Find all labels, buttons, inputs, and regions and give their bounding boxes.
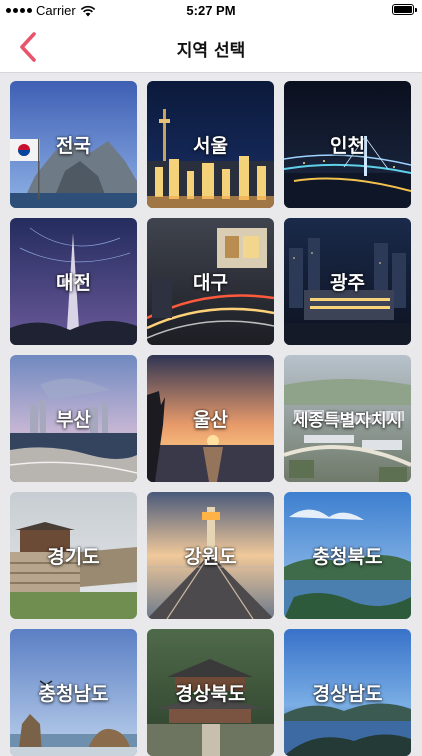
region-tile-incheon[interactable]: 인천 — [284, 81, 411, 208]
region-tile-busan[interactable]: 부산 — [10, 355, 137, 482]
status-bar: Carrier 5:27 PM — [0, 0, 422, 22]
region-tile-daegu[interactable]: 대구 — [147, 218, 274, 345]
region-tile-ulsan[interactable]: 울산 — [147, 355, 274, 482]
region-tile-daejeon[interactable]: 대전 — [10, 218, 137, 345]
region-tile-seoul[interactable]: 서울 — [147, 81, 274, 208]
region-grid: 전국 서울 인천 대전 대구 광주 부산 울산 세종특별자치시 경기도 강원도 … — [10, 81, 411, 756]
region-label: 인천 — [330, 135, 365, 157]
region-tile-nationwide[interactable]: 전국 — [10, 81, 137, 208]
region-label: 대구 — [193, 272, 228, 294]
region-label: 경상북도 — [175, 683, 246, 705]
region-label: 세종특별자치시 — [292, 411, 403, 431]
status-time: 5:27 PM — [186, 3, 236, 18]
region-label: 부산 — [56, 409, 91, 431]
region-label: 경상남도 — [312, 683, 383, 705]
region-label: 충청북도 — [312, 546, 383, 568]
region-tile-sejong[interactable]: 세종특별자치시 — [284, 355, 411, 482]
region-label: 울산 — [193, 409, 228, 431]
navigation-bar: 지역 선택 — [0, 22, 422, 73]
region-tile-gyeongnam[interactable]: 경상남도 — [284, 629, 411, 756]
region-label: 대전 — [56, 272, 91, 294]
region-tile-gyeonggi[interactable]: 경기도 — [10, 492, 137, 619]
region-tile-chungnam[interactable]: 충청남도 — [10, 629, 137, 756]
region-label: 전국 — [56, 135, 91, 157]
region-tile-gyeongbuk[interactable]: 경상북도 — [147, 629, 274, 756]
battery-icon — [392, 4, 417, 15]
region-label: 서울 — [193, 135, 228, 157]
region-tile-chungbuk[interactable]: 충청북도 — [284, 492, 411, 619]
region-label: 광주 — [330, 272, 365, 294]
page-title: 지역 선택 — [176, 41, 246, 61]
region-tile-gangwon[interactable]: 강원도 — [147, 492, 274, 619]
region-label: 충청남도 — [38, 683, 109, 705]
region-label: 경기도 — [47, 546, 100, 568]
region-tile-gwangju[interactable]: 광주 — [284, 218, 411, 345]
region-label: 강원도 — [184, 546, 237, 568]
